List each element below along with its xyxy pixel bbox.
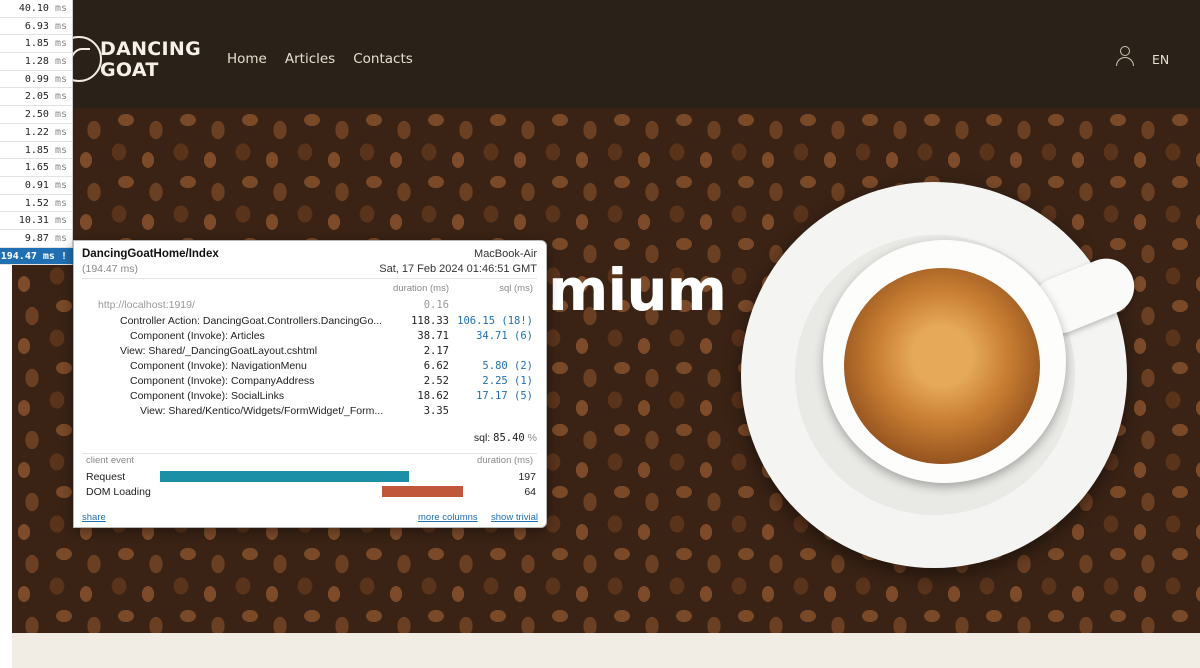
timing-entry[interactable]: 2.05 ms <box>0 88 73 107</box>
profiler-total-time: (194.47 ms) <box>82 263 139 275</box>
timing-row-duration: 2.52 <box>423 375 449 387</box>
profiler-popup: DancingGoatHome/Index MacBook-Air (194.4… <box>73 240 547 528</box>
nav-articles[interactable]: Articles <box>285 51 335 67</box>
timing-entry[interactable]: 0.99 ms <box>0 70 73 89</box>
user-icon-body <box>1116 57 1134 66</box>
share-link[interactable]: share <box>82 512 106 523</box>
timing-row-sql-link[interactable]: 34.71 (6) <box>476 330 533 342</box>
user-icon-head <box>1120 46 1130 56</box>
site-logo[interactable]: DANCING GOAT <box>100 39 201 81</box>
client-event-header: client event <box>86 455 135 466</box>
timing-row-name: View: Shared/_DancingGoatLayout.cshtml <box>120 345 318 357</box>
timing-row-sql-link[interactable]: 106.15 (18!) <box>457 315 533 327</box>
timing-entry[interactable]: 2.50 ms <box>0 106 73 124</box>
more-columns-link[interactable]: more columns <box>418 512 478 523</box>
client-event-duration: 64 <box>524 486 536 498</box>
logo-line-2: GOAT <box>100 59 159 81</box>
timing-row[interactable]: Controller Action: DancingGoat.Controlle… <box>74 315 546 330</box>
timing-row-duration: 18.62 <box>417 390 449 402</box>
timing-entry[interactable]: 40.10 ms <box>0 0 73 18</box>
divider <box>82 278 537 279</box>
timing-row-duration: 118.33 <box>411 315 449 327</box>
content-section <box>12 633 1200 668</box>
espresso-crema <box>844 268 1040 464</box>
timing-entry[interactable]: 1.28 ms <box>0 53 73 71</box>
logo-line-1: DANCING <box>100 38 201 60</box>
timing-row-sql-link[interactable]: 17.17 (5) <box>476 390 533 402</box>
timing-row-sql-link[interactable]: 2.25 (1) <box>482 375 533 387</box>
timing-row-name: http://localhost:1919/ <box>98 299 195 311</box>
profiler-machine-name: MacBook-Air <box>474 248 537 260</box>
sql-percentage-value: 85.40 <box>493 432 525 444</box>
sql-column-header: sql (ms) <box>499 283 533 294</box>
timing-row-name: Component (Invoke): CompanyAddress <box>130 375 315 387</box>
timing-entry[interactable]: 6.93 ms <box>0 17 73 36</box>
show-trivial-link[interactable]: show trivial <box>491 512 538 523</box>
nav-home[interactable]: Home <box>227 51 267 67</box>
nav-contacts[interactable]: Contacts <box>353 51 413 67</box>
timing-entry[interactable]: 1.85 ms <box>0 141 73 160</box>
timing-row-duration: 6.62 <box>423 360 449 372</box>
divider <box>82 453 537 454</box>
timing-row-duration: 2.17 <box>423 345 449 357</box>
profiler-timestamp: Sat, 17 Feb 2024 01:46:51 GMT <box>379 263 537 275</box>
duration-column-header: duration (ms) <box>393 283 449 294</box>
profiler-request-name: DancingGoatHome/Index <box>82 248 219 260</box>
timing-row[interactable]: Component (Invoke): SocialLinks 18.62 17… <box>74 390 546 405</box>
timing-entry[interactable]: 1.85 ms <box>0 35 73 54</box>
timing-row[interactable]: Component (Invoke): Articles 38.71 34.71… <box>74 330 546 345</box>
timing-entry[interactable]: 9.87 ms <box>0 229 73 248</box>
timing-entry[interactable]: 1.52 ms <box>0 194 73 213</box>
timing-row-duration: 3.35 <box>423 405 449 417</box>
user-icon[interactable] <box>1116 46 1134 66</box>
timing-row-name: Component (Invoke): NavigationMenu <box>130 360 307 372</box>
timing-row-sql-link[interactable]: 5.80 (2) <box>482 360 533 372</box>
timing-row[interactable]: View: Shared/Kentico/Widgets/FormWidget/… <box>74 405 546 420</box>
timing-entry[interactable]: 1.65 ms <box>0 159 73 177</box>
timing-entry[interactable]: 0.91 ms <box>0 176 73 195</box>
client-event-name: Request <box>86 471 126 483</box>
timing-row-name: Component (Invoke): SocialLinks <box>130 390 285 402</box>
client-event-row: Request 197 <box>86 471 536 485</box>
timing-entry-selected[interactable]: 194.47 ms ! <box>0 247 73 266</box>
sql-percentage: sql: 85.40 % <box>474 432 537 444</box>
client-event-bar-request <box>160 471 409 482</box>
timing-row-name: Component (Invoke): Articles <box>130 330 265 342</box>
timing-row[interactable]: http://localhost:1919/ 0.16 <box>74 299 546 314</box>
timing-row[interactable]: Component (Invoke): CompanyAddress 2.52 … <box>74 375 546 390</box>
client-event-name: DOM Loading <box>86 486 151 498</box>
client-duration-header: duration (ms) <box>477 455 533 466</box>
client-event-bar-dom-loading <box>382 486 463 497</box>
timing-row-name: View: Shared/Kentico/Widgets/FormWidget/… <box>140 405 384 417</box>
timing-row[interactable]: View: Shared/_DancingGoatLayout.cshtml 2… <box>74 345 546 360</box>
timing-entry[interactable]: 10.31 ms <box>0 212 73 230</box>
main-nav: Home Articles Contacts <box>227 51 413 67</box>
timing-row-name: Controller Action: DancingGoat.Controlle… <box>120 315 383 327</box>
client-event-row: DOM Loading 64 <box>86 486 536 500</box>
timing-row[interactable]: Component (Invoke): NavigationMenu 6.62 … <box>74 360 546 375</box>
profiler-timings-list: 40.10 ms 6.93 ms 1.85 ms 1.28 ms 0.99 ms… <box>0 0 73 266</box>
site-header: DANCING GOAT Home Articles Contacts EN <box>12 0 1200 108</box>
sql-percentage-unit: % <box>527 432 537 444</box>
client-event-duration: 197 <box>518 471 536 483</box>
language-switch[interactable]: EN <box>1152 52 1169 67</box>
sql-percentage-label: sql: <box>473 432 491 444</box>
timing-entry[interactable]: 1.22 ms <box>0 123 73 142</box>
hero-title: mium <box>548 256 727 324</box>
timing-row-duration: 38.71 <box>417 330 449 342</box>
timing-row-duration: 0.16 <box>423 299 449 311</box>
